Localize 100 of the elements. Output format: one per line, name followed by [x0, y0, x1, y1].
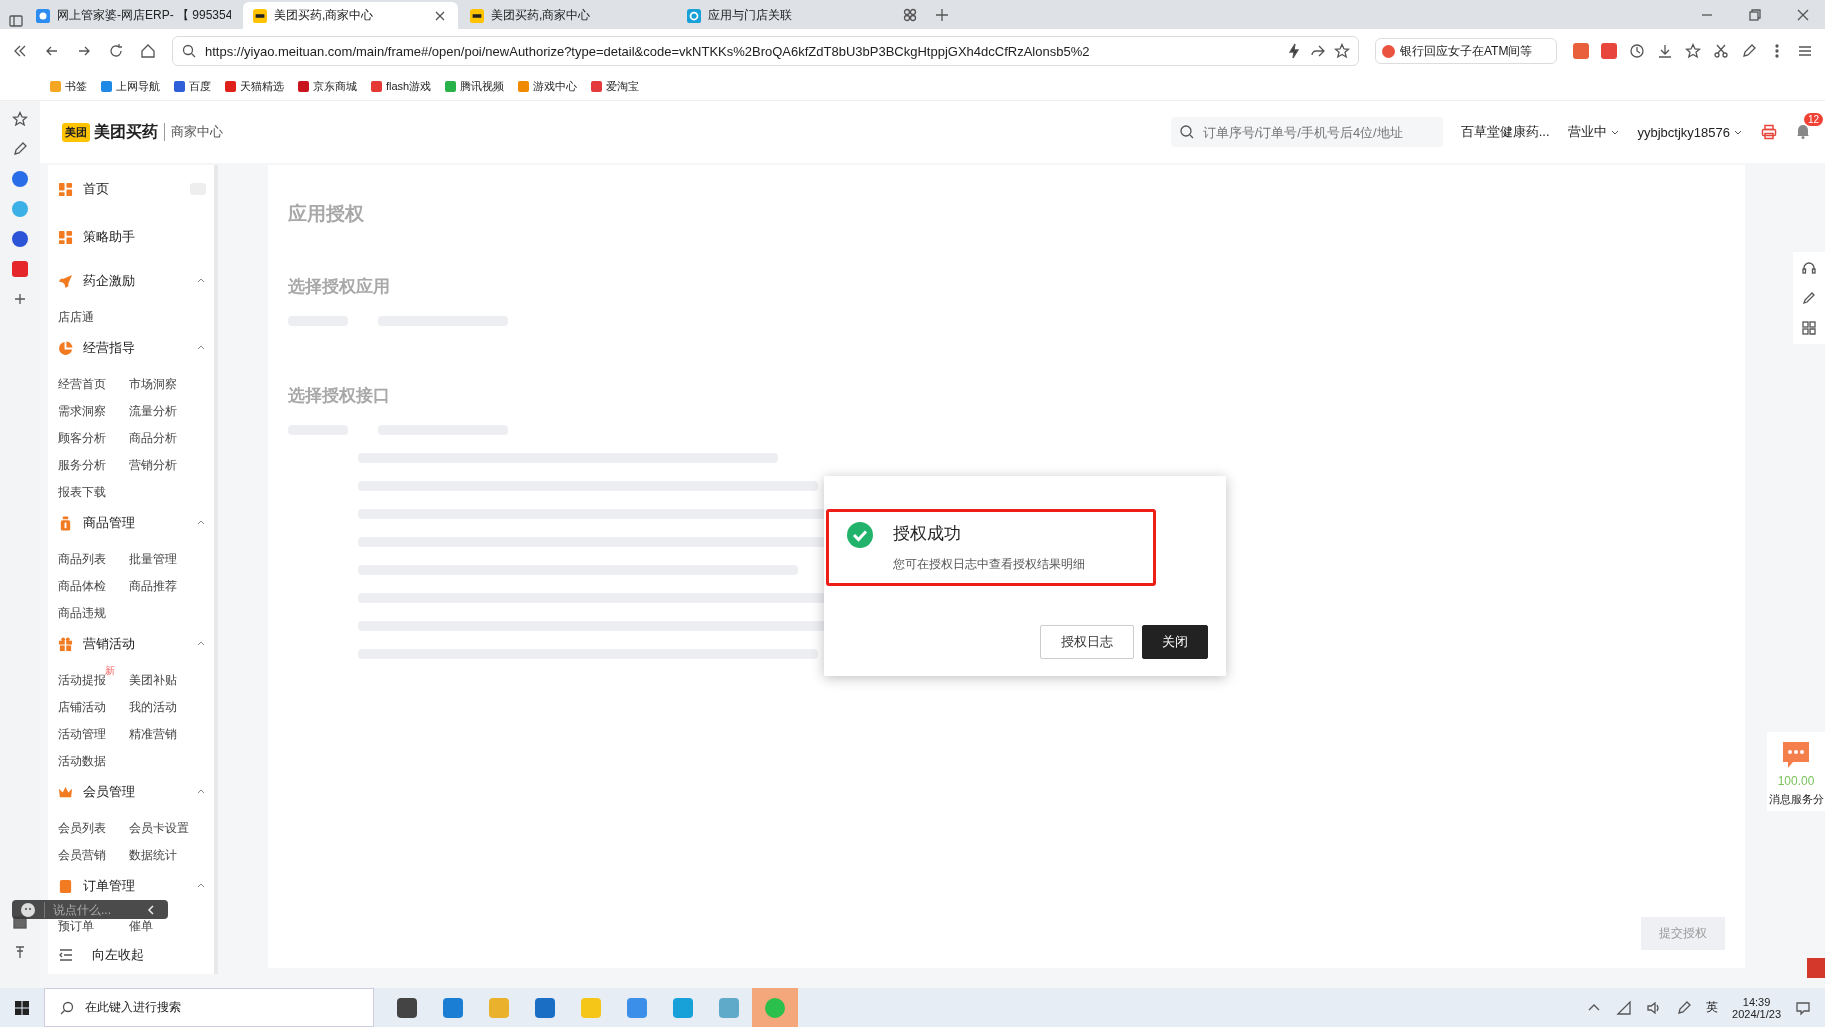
notification-icon[interactable] — [1795, 999, 1811, 1016]
sidebar-subitem[interactable]: 商品推荐 — [129, 579, 177, 594]
scissors-icon[interactable] — [1713, 43, 1729, 59]
sidebar-item[interactable]: 首页 — [48, 170, 214, 208]
store-name[interactable]: 百草堂健康药... — [1460, 123, 1550, 141]
bookmark-link[interactable]: 上网导航 — [116, 79, 160, 94]
bookmark-link[interactable]: 爱淘宝 — [606, 79, 640, 94]
bookmark-link[interactable]: flash游戏 — [386, 79, 432, 94]
sidebar-item[interactable]: 商品管理 — [48, 508, 214, 538]
sidebar-item[interactable]: 策略助手 — [48, 218, 214, 256]
sidebar-item[interactable]: 会员管理 — [48, 777, 214, 807]
lightning-icon[interactable] — [1286, 43, 1302, 59]
bookmark-link[interactable]: 天猫精选 — [240, 79, 284, 94]
collapse-button[interactable]: 向左收起 — [48, 937, 214, 973]
star-icon[interactable] — [12, 111, 28, 127]
log-button[interactable]: 授权日志 — [1040, 625, 1134, 659]
sidebar-subitem[interactable]: 市场洞察 — [129, 377, 177, 392]
printer-icon[interactable] — [1761, 124, 1777, 140]
sidebar-subitem[interactable]: 店店通 — [58, 310, 94, 325]
account-dropdown[interactable]: yybjbctjky18576 — [1637, 124, 1743, 140]
browser-tab[interactable]: 美团买药,商家中心 — [243, 2, 458, 29]
news-search-field[interactable]: 银行回应女子在ATM间等 — [1375, 38, 1557, 64]
sidebar-subitem[interactable]: 营销分析 — [129, 458, 177, 473]
comment-field[interactable]: 说点什么... — [44, 901, 135, 918]
star-icon[interactable] — [1334, 43, 1350, 59]
network-icon[interactable] — [1616, 999, 1633, 1016]
windows-icon[interactable] — [14, 999, 30, 1016]
share-icon[interactable] — [1310, 43, 1326, 59]
bell-icon[interactable] — [1795, 122, 1811, 139]
sidebar-subitem[interactable]: 商品分析 — [129, 431, 177, 446]
sidebar-item[interactable]: 药企激励 — [48, 266, 214, 296]
browser-tab[interactable]: 美团买药,商家中心 — [460, 2, 675, 29]
sidebar-subitem[interactable]: 精准营销 — [129, 727, 177, 742]
section-heading: 选择授权接口 — [288, 385, 391, 407]
sidebar-subitem[interactable]: 活动数据 — [58, 754, 106, 769]
sidebar-subitem[interactable]: 流量分析 — [129, 404, 177, 419]
input-method[interactable]: 英 — [1706, 999, 1719, 1016]
sidebar-subitem[interactable]: 顾客分析 — [58, 431, 106, 446]
star-icon[interactable] — [1685, 43, 1701, 59]
sidebar-item[interactable]: 营销活动 — [48, 629, 214, 659]
address-bar[interactable]: https://yiyao.meituan.com/main/frame#/open/poi/newAuthorize?type=detail&code=vkNTKKs%2BroQA6kfZdT8bU3bP3BCkgHtppjGXh4dcCfRzAlonsb5%2 — [172, 36, 1359, 66]
sidebar-subitem[interactable]: 数据统计 — [129, 848, 177, 863]
pie-chart-icon — [58, 340, 73, 356]
sidebar-subitem[interactable]: 活动管理 — [58, 727, 106, 742]
sidebar-subitem[interactable]: 会员营销 — [58, 848, 106, 863]
taskbar-app-icon[interactable] — [443, 997, 463, 1018]
sidebar-subitem[interactable]: 商品违规 — [58, 606, 106, 621]
sidebar-subitem[interactable]: 美团补贴 — [129, 673, 177, 688]
clock[interactable]: 14:39 2024/1/23 — [1732, 995, 1781, 1020]
taskbar-app-icon[interactable] — [397, 997, 417, 1018]
pen-icon[interactable] — [1741, 43, 1757, 59]
home-icon[interactable] — [140, 43, 156, 59]
bookmark-link[interactable]: 京东商城 — [313, 79, 357, 94]
menu-icon[interactable] — [1797, 43, 1813, 59]
pencil-icon[interactable] — [1801, 290, 1817, 306]
service-score-card[interactable]: 100.00 消息服务分 — [1767, 732, 1825, 811]
sidebar-subitem[interactable]: 我的活动 — [129, 700, 177, 715]
sidebar-subitem[interactable]: 会员列表 — [58, 821, 106, 836]
bookmark-link[interactable]: 腾讯视频 — [460, 79, 505, 94]
reload-icon[interactable] — [108, 43, 124, 59]
headset-icon[interactable] — [1801, 260, 1817, 276]
new-tab-icon[interactable] — [934, 6, 950, 23]
add-icon[interactable] — [12, 291, 28, 307]
status-dropdown[interactable]: 营业中 — [1567, 123, 1620, 141]
sidebar-subitem[interactable]: 商品体检 — [58, 579, 106, 594]
close-button[interactable]: 关闭 — [1142, 625, 1208, 659]
sidebar-subitem[interactable]: 活动提报 — [58, 673, 106, 688]
bookmark-link[interactable]: 游戏中心 — [533, 79, 578, 94]
pen-icon[interactable] — [1676, 999, 1693, 1016]
sidebar-subitem[interactable]: 经营首页 — [58, 377, 106, 392]
qr-code-icon[interactable] — [1801, 320, 1817, 336]
sidebar-item[interactable]: 订单管理 — [48, 871, 214, 901]
sidebar-subitem[interactable]: 批量管理 — [129, 552, 177, 567]
sidebar-subitem[interactable]: 店铺活动 — [58, 700, 106, 715]
search-box[interactable]: 订单序号/订单号/手机号后4位/地址 — [1170, 117, 1443, 147]
app-icon[interactable] — [12, 171, 28, 187]
crown-icon — [58, 784, 73, 800]
sidebar-subitem[interactable]: 需求洞察 — [58, 404, 106, 419]
sidebar-subitem[interactable]: 服务分析 — [58, 458, 106, 473]
sidebar-subitem[interactable]: 会员卡设置 — [129, 821, 189, 836]
sidebar-subitem[interactable]: 商品列表 — [58, 552, 106, 567]
history-icon[interactable] — [1629, 43, 1645, 59]
app-icon — [36, 8, 50, 23]
sidebar-subitem[interactable]: 报表下载 — [58, 485, 106, 500]
download-icon[interactable] — [1657, 43, 1673, 59]
sidebar-subitem[interactable]: 催单 — [129, 919, 153, 934]
sidebar-subitem[interactable]: 预订单 — [58, 919, 94, 934]
comment-box[interactable]: 说点什么... — [12, 900, 168, 919]
double-chevron-icon[interactable] — [12, 43, 28, 59]
bookmark-link[interactable]: 百度 — [189, 79, 211, 94]
sidebar-item[interactable]: 经营指导 — [48, 333, 214, 363]
pen-icon[interactable] — [12, 141, 28, 157]
bookmark-link[interactable]: 书签 — [65, 79, 87, 94]
taskbar-search-field[interactable]: 在此键入进行搜索 — [44, 988, 374, 1027]
sidebar-icon[interactable] — [8, 13, 24, 29]
taskbar-app-icon[interactable] — [535, 997, 555, 1018]
search-field[interactable]: 订单序号/订单号/手机号后4位/地址 — [1200, 123, 1435, 141]
grid-icon[interactable] — [902, 6, 918, 23]
browser-tab[interactable]: 应用与门店关联 — [677, 2, 892, 29]
restore-icon[interactable] — [1747, 6, 1763, 23]
